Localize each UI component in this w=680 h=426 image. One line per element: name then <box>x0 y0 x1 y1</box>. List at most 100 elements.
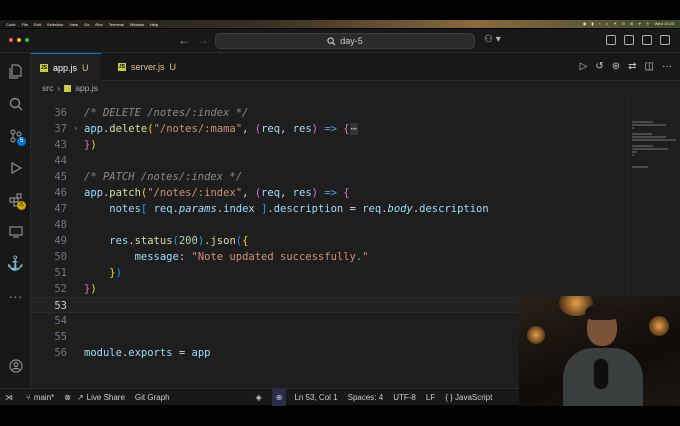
toggle-secondary-sidebar-icon[interactable] <box>660 35 670 45</box>
code-line[interactable]: 36 /* DELETE /notes/:index */ <box>31 105 626 121</box>
split-editor-icon[interactable]: ◫ <box>645 61 654 72</box>
copilot-chat-icon[interactable]: ⊛ <box>612 61 620 72</box>
line-number: 43 <box>54 139 67 151</box>
tab-app-js[interactable]: JS app.js U <box>31 53 101 81</box>
copilot-icon[interactable]: ⚇ ▾ <box>484 34 501 45</box>
close-window-button[interactable] <box>9 38 13 42</box>
status-icon[interactable]: ⏚ <box>646 21 650 27</box>
breadcrumb-file[interactable]: app.js <box>75 83 98 93</box>
menu-clock[interactable]: Wed 10:23 <box>655 21 674 27</box>
eol-setting[interactable]: LF <box>426 393 435 402</box>
run-file-icon[interactable]: ▷ <box>580 61 588 72</box>
anchor-icon[interactable]: ⚓ <box>7 255 24 272</box>
git-graph-button[interactable]: Git Graph <box>135 393 170 402</box>
status-icon[interactable]: ⊙ <box>622 21 625 27</box>
code-line[interactable]: 49 res.status(200).json({ <box>31 233 626 249</box>
minimize-window-button[interactable] <box>17 38 21 42</box>
untracked-indicator: U <box>82 62 89 73</box>
line-number: 55 <box>54 331 67 343</box>
source-control-icon[interactable]: 5 <box>7 127 26 146</box>
toggle-primary-sidebar-icon[interactable] <box>624 35 634 45</box>
extensions-warning-badge: ⚠ <box>17 201 26 210</box>
code-line[interactable]: 48 <box>31 217 626 233</box>
customize-layout-icon[interactable] <box>606 35 616 45</box>
menu-item-file[interactable]: File <box>22 22 28 27</box>
line-number: 54 <box>54 315 67 327</box>
minimap-line <box>632 127 634 129</box>
search-icon[interactable] <box>7 95 24 112</box>
more-actions-icon[interactable]: ··· <box>662 61 672 72</box>
menu-item-window[interactable]: Window <box>130 22 144 27</box>
arrow-right-icon[interactable]: → <box>197 33 209 47</box>
status-bar: ⋊ ⑂ main* ⊗ ↗ Live Share Git Graph ◈ ⊕ L… <box>0 388 519 406</box>
workspace-name: day-5 <box>340 36 363 46</box>
line-number: 51 <box>54 267 67 279</box>
status-icon[interactable]: ◉ <box>583 21 587 27</box>
open-changes-icon[interactable]: ⇄ <box>628 61 636 72</box>
code-line[interactable]: 37 › app.delete("/notes/:mama", (req, res)… <box>31 121 626 137</box>
minimap-line <box>632 133 652 135</box>
code-line[interactable]: 50 message: "Note updated successfully." <box>31 249 626 265</box>
webcam-overlay <box>519 296 680 406</box>
indentation-setting[interactable]: Spaces: 4 <box>348 393 384 402</box>
extensions-icon[interactable]: ⚠ <box>7 191 26 210</box>
code-line[interactable]: 46 app.patch("/notes/:index", (req, res) … <box>31 185 626 201</box>
toggle-panel-icon[interactable] <box>642 35 652 45</box>
editor-actions: ▷ ↺ ⊛ ⇄ ◫ ··· <box>580 61 672 72</box>
location-icon[interactable]: ◈ <box>256 393 262 402</box>
minimap-line <box>632 136 666 138</box>
explorer-icon[interactable] <box>7 63 24 80</box>
code-line[interactable]: 47 notes[ req.params.index ].description… <box>31 201 626 217</box>
fold-chevron-icon[interactable]: › <box>73 121 78 137</box>
menu-item-help[interactable]: Help <box>150 22 158 27</box>
live-share-button[interactable]: ↗ Live Share <box>77 393 125 402</box>
cursor-position[interactable]: Ln 53, Col 1 <box>294 393 337 402</box>
status-icon[interactable]: ◐ <box>606 21 608 27</box>
menu-item-selection[interactable]: Selection <box>47 22 63 27</box>
code-line[interactable]: 44 <box>31 153 626 169</box>
live-share-label: Live Share <box>86 392 125 402</box>
menu-item-terminal[interactable]: Terminal <box>109 22 124 27</box>
command-center-search[interactable]: day-5 <box>215 33 475 49</box>
account-icon[interactable] <box>7 357 24 374</box>
zoom-window-button[interactable] <box>25 38 29 42</box>
tab-label: server.js <box>130 62 165 72</box>
code-text: res.status(200).json({ <box>109 235 249 247</box>
status-icon[interactable]: ⌖ <box>638 21 640 27</box>
minimap-line <box>632 148 668 150</box>
arrow-left-icon[interactable]: ← <box>178 33 190 47</box>
microphone <box>593 358 609 390</box>
minimap-line <box>632 139 676 141</box>
status-icon[interactable]: ⌁ <box>599 21 601 27</box>
more-icon[interactable]: ··· <box>7 287 24 304</box>
code-text: /* PATCH /notes/:index */ <box>84 171 243 183</box>
code-line[interactable]: 45 /* PATCH /notes/:index */ <box>31 169 626 185</box>
menu-item-go[interactable]: Go <box>84 22 89 27</box>
language-mode[interactable]: { } JavaScript <box>445 393 492 402</box>
sync-icon[interactable]: ⊗ <box>64 393 71 402</box>
code-text: }) <box>84 283 97 295</box>
timeline-icon[interactable]: ↺ <box>595 61 603 72</box>
code-line[interactable]: 43}) <box>31 137 626 153</box>
run-debug-icon[interactable] <box>7 159 24 176</box>
tab-server-js[interactable]: JS server.js U <box>109 53 185 81</box>
line-number: 53 <box>54 300 67 312</box>
code-line[interactable]: 51 }) <box>31 265 626 281</box>
menu-item-run[interactable]: Run <box>95 22 102 27</box>
remote-explorer-icon[interactable] <box>7 223 24 240</box>
remote-indicator-icon[interactable]: ⋊ <box>0 389 18 406</box>
code-line[interactable]: 52}) <box>31 281 626 297</box>
menu-item-edit[interactable]: Edit <box>34 22 41 27</box>
menu-item-view[interactable]: View <box>69 22 78 27</box>
menu-item-app[interactable]: Code <box>6 22 16 27</box>
breadcrumb-folder[interactable]: src <box>42 83 53 93</box>
status-icon[interactable]: ▮ <box>591 21 593 27</box>
encoding-setting[interactable]: UTF-8 <box>393 393 416 402</box>
javascript-file-icon: JS <box>118 63 126 71</box>
editor-tabs: JS app.js U JS server.js U ▷ ↺ ⊛ ⇄ ◫ ··· <box>31 53 680 81</box>
javascript-file-icon: JS <box>40 63 48 72</box>
status-icon[interactable]: ⊕ <box>630 21 633 27</box>
zoom-icon[interactable]: ⊕ <box>271 388 287 406</box>
branch-indicator[interactable]: ⑂ main* <box>26 393 54 402</box>
status-icon[interactable]: ✦ <box>613 21 616 27</box>
